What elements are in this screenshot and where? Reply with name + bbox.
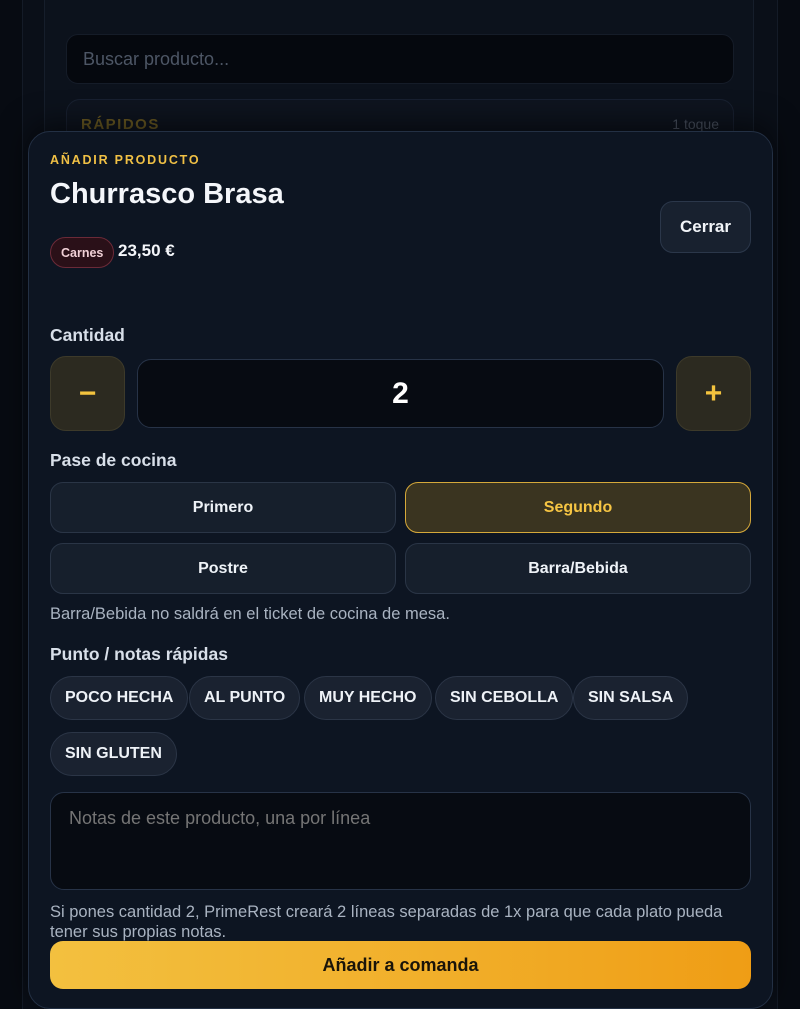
product-price: 23,50 €	[118, 241, 175, 260]
decrease-quantity-button[interactable]: −	[50, 356, 125, 431]
category-badge: Carnes	[50, 237, 115, 268]
course-label: Pase de cocina	[50, 450, 177, 470]
chip-muy-hecho[interactable]: MUY HECHO	[304, 676, 432, 720]
product-notes-textarea[interactable]	[50, 792, 751, 890]
quantity-label: Cantidad	[50, 325, 125, 345]
add-to-order-button[interactable]: Añadir a comanda	[50, 941, 751, 989]
close-button[interactable]: Cerrar	[660, 201, 751, 253]
course-option-primero[interactable]: Primero	[50, 482, 396, 533]
product-title: Churrasco Brasa	[50, 178, 284, 210]
background-search-input: Buscar producto...	[66, 34, 734, 84]
course-option-postre[interactable]: Postre	[50, 543, 396, 594]
quick-notes-label: Punto / notas rápidas	[50, 644, 228, 664]
background-quick-hint: 1 toque	[672, 116, 719, 132]
course-help-text: Barra/Bebida no saldrá en el ticket de c…	[50, 605, 450, 623]
add-product-modal: AÑADIR PRODUCTO Churrasco Brasa Cerrar C…	[28, 131, 773, 1009]
quantity-input[interactable]: 2	[137, 359, 664, 428]
chip-sin-gluten[interactable]: SIN GLUTEN	[50, 732, 177, 776]
course-option-segundo[interactable]: Segundo	[405, 482, 751, 533]
quantity-split-info: Si pones cantidad 2, PrimeRest creará 2 …	[50, 903, 723, 941]
course-option-barra-bebida[interactable]: Barra/Bebida	[405, 543, 751, 594]
chip-al-punto[interactable]: AL PUNTO	[189, 676, 301, 720]
chip-sin-salsa[interactable]: SIN SALSA	[573, 676, 689, 720]
increase-quantity-button[interactable]: +	[676, 356, 751, 431]
chip-sin-cebolla[interactable]: SIN CEBOLLA	[435, 676, 574, 720]
modal-eyebrow: AÑADIR PRODUCTO	[50, 153, 201, 167]
chip-poco-hecha[interactable]: POCO HECHA	[50, 676, 189, 720]
